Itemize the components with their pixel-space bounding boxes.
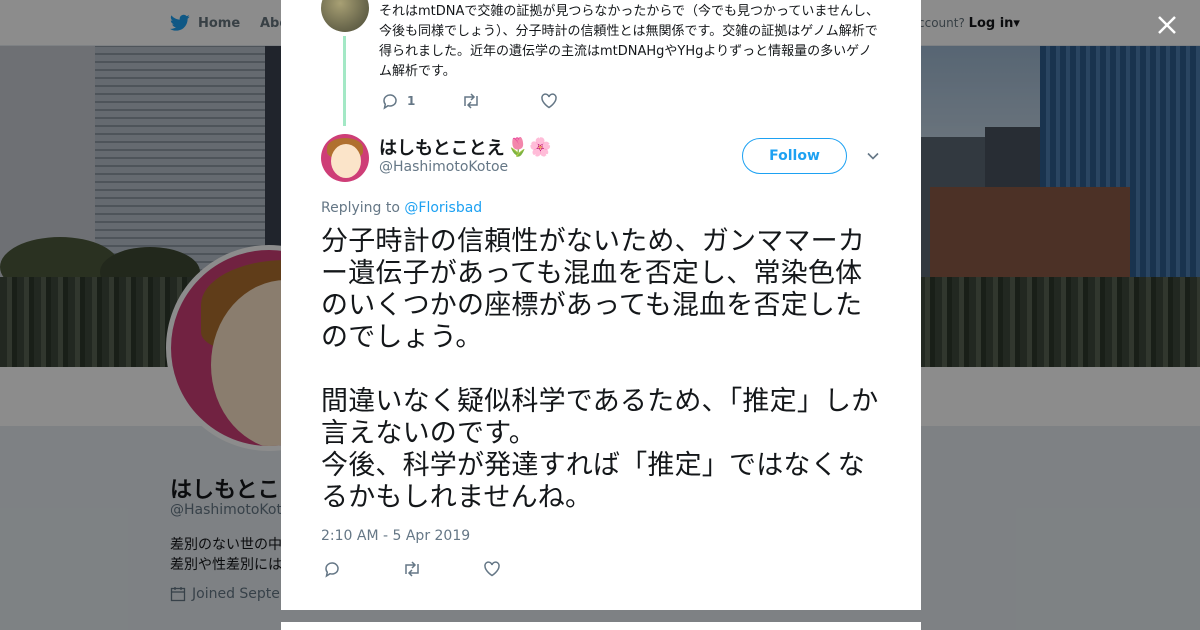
tweet-author-handle[interactable]: @HashimotoKotoe xyxy=(379,159,508,175)
like-button[interactable] xyxy=(540,92,558,110)
tweet-author-name[interactable]: はしもとことえ 🌷🌸 xyxy=(379,134,551,160)
tweet-reply-button[interactable] xyxy=(323,560,341,578)
heart-icon xyxy=(541,93,557,109)
author-name-emoji: 🌷🌸 xyxy=(506,136,552,158)
heart-icon xyxy=(484,561,500,577)
retweet-icon xyxy=(405,561,419,577)
reply-icon xyxy=(383,94,397,110)
tweet-author-avatar[interactable] xyxy=(321,134,369,182)
replying-prefix: Replying to xyxy=(321,200,405,216)
chevron-down-icon[interactable] xyxy=(865,148,881,164)
reply-button[interactable]: 1 xyxy=(381,92,415,110)
tweet-modal: それはmtDNAで交雑の証拠が見つらなかったからで（今でも見つかっていませんし、… xyxy=(281,0,921,610)
tweet-retweet-button[interactable] xyxy=(402,560,422,578)
author-name-text: はしもとことえ xyxy=(379,138,505,159)
tweet-like-button[interactable] xyxy=(483,560,501,578)
tweet-timestamp[interactable]: 2:10 AM - 5 Apr 2019 xyxy=(321,528,470,544)
replying-to-link[interactable]: @Florisbad xyxy=(404,200,482,216)
close-icon xyxy=(1158,16,1176,34)
follow-button[interactable]: Follow xyxy=(742,138,847,174)
reply-icon xyxy=(325,562,339,578)
close-button[interactable] xyxy=(1152,10,1182,40)
modal-reply-area xyxy=(281,622,921,630)
thread-connector xyxy=(343,36,346,126)
reply-count: 1 xyxy=(407,94,416,108)
replying-to: Replying to @Florisbad xyxy=(321,200,482,216)
tweet-text: 分子時計の信頼性がないため、ガンママーカー遺伝子があっても混血を否定し、常染色体… xyxy=(321,226,879,513)
previous-tweet-text: それはmtDNAで交雑の証拠が見つらなかったからで（今でも見つかっていませんし、… xyxy=(379,4,879,79)
retweet-icon xyxy=(464,93,478,109)
retweet-button[interactable] xyxy=(461,92,481,110)
previous-tweet-avatar[interactable] xyxy=(321,0,369,32)
